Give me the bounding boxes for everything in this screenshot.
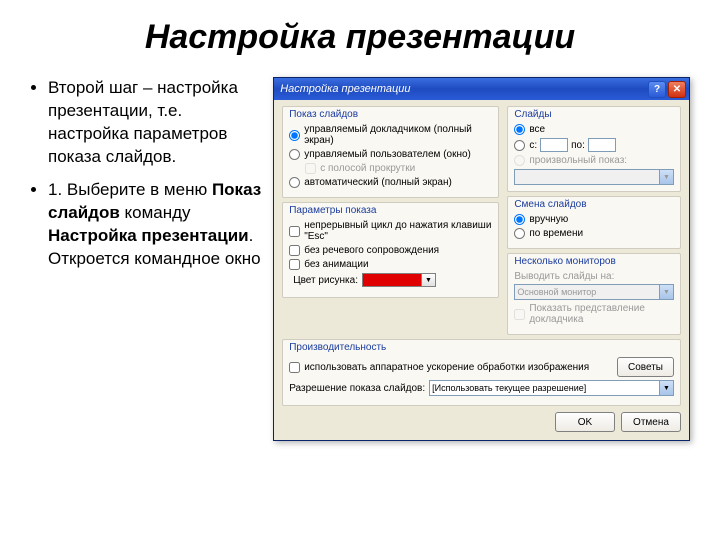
dialog-titlebar[interactable]: Настройка презентации ? ✕ [274, 78, 689, 100]
pen-color-dropdown[interactable]: ▼ [422, 273, 436, 287]
radio-auto-full[interactable]: автоматический (полный экран) [289, 177, 492, 188]
radio-slides-all[interactable]: все [514, 124, 674, 135]
group-title-show: Показ слайдов [289, 109, 492, 120]
group-title-advance: Смена слайдов [514, 199, 674, 210]
group-show-options: Параметры показа непрерывный цикл до наж… [282, 202, 499, 298]
dialog-setup-show: Настройка презентации ? ✕ Показ слайдов … [273, 77, 690, 441]
check-no-narration[interactable]: без речевого сопровождения [289, 245, 492, 256]
bullet-2: 1. Выберите в меню Показ слайдов команду… [48, 179, 263, 271]
dialog-title: Настройка презентации [280, 83, 648, 95]
group-monitors: Несколько мониторов Выводить слайды на: … [507, 253, 681, 335]
ok-button[interactable]: OK [555, 412, 615, 432]
radio-custom-show: произвольный показ: [514, 155, 674, 166]
check-loop-esc[interactable]: непрерывный цикл до нажатия клавиши "Esc… [289, 220, 492, 242]
radio-advance-timed[interactable]: по времени [514, 228, 674, 239]
help-button[interactable]: ? [648, 81, 666, 98]
label-resolution: Разрешение показа слайдов: [289, 383, 425, 394]
group-performance: Производительность использовать аппаратн… [282, 339, 681, 406]
radio-presenter-full[interactable]: управляемый докладчиком (полный экран) [289, 124, 492, 146]
pen-color-label: Цвет рисунка: [293, 275, 358, 286]
slide-title: Настройка презентации [30, 18, 690, 57]
select-custom-show: ▼ [514, 169, 674, 185]
bullet-1: Второй шаг – настройка презентации, т.е.… [48, 77, 263, 169]
radio-user-window[interactable]: управляемый пользователем (окно) [289, 149, 492, 160]
close-button[interactable]: ✕ [668, 81, 686, 98]
check-scrollbar: с полосой прокрутки [305, 163, 492, 174]
label-slide-to: по: [571, 140, 585, 151]
tips-button[interactable]: Советы [617, 357, 674, 377]
cancel-button[interactable]: Отмена [621, 412, 681, 432]
group-title-slides: Слайды [514, 109, 674, 120]
select-monitor: Основной монитор▼ [514, 284, 674, 300]
check-hw-accel[interactable]: использовать аппаратное ускорение обрабо… [289, 362, 611, 373]
check-no-animation[interactable]: без анимации [289, 259, 492, 270]
input-slide-from[interactable] [540, 138, 568, 152]
label-output-monitor: Выводить слайды на: [514, 271, 674, 282]
pen-color-swatch[interactable] [362, 273, 422, 287]
group-show-type: Показ слайдов управляемый докладчиком (п… [282, 106, 499, 198]
group-title-params: Параметры показа [289, 205, 492, 216]
group-title-monitors: Несколько мониторов [514, 256, 674, 267]
radio-advance-manual[interactable]: вручную [514, 214, 674, 225]
group-advance: Смена слайдов вручную по времени [507, 196, 681, 249]
group-title-perf: Производительность [289, 342, 674, 353]
bullet-list: Второй шаг – настройка презентации, т.е.… [30, 77, 263, 441]
radio-slides-range[interactable]: с: [514, 140, 537, 151]
group-slides: Слайды все с: по: произвольный показ: ▼ [507, 106, 681, 192]
input-slide-to[interactable] [588, 138, 616, 152]
select-resolution[interactable]: [Использовать текущее разрешение]▼ [429, 380, 674, 396]
check-presenter-view: Показать представление докладчика [514, 303, 674, 325]
